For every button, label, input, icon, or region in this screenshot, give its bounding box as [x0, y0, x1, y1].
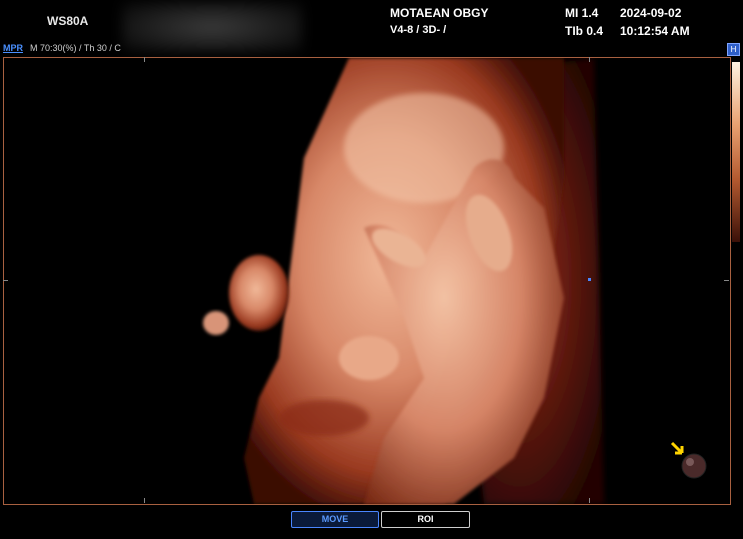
mouth-shadow: [279, 400, 369, 436]
frame-tick: [144, 57, 145, 62]
fetal-render: [203, 58, 707, 504]
render-params: M 70:30(%) / Th 30 / C: [30, 43, 121, 53]
frame-tick: [144, 498, 145, 503]
mechanical-index: MI 1.4: [565, 6, 599, 20]
frame-tick: [589, 498, 590, 503]
frame-tick: [724, 280, 729, 281]
limb-fragment: [229, 255, 289, 331]
probe-preset: V4-8 / 3D- /: [390, 24, 447, 36]
exam-time: 10:12:54 AM: [620, 24, 690, 38]
frame-tick: [589, 57, 590, 62]
center-marker: [588, 278, 591, 281]
exam-date: 2024-09-02: [620, 6, 682, 20]
mpr-mode-link[interactable]: MPR: [3, 43, 23, 53]
frame-tick: [3, 280, 8, 281]
yellow-arrow-icon: [670, 441, 684, 455]
thermal-index: TIb 0.4: [565, 24, 604, 38]
sphere-highlight: [686, 458, 694, 466]
hospital-name: MOTAEAN OBGY: [390, 6, 489, 20]
limb-tip: [203, 311, 229, 335]
h-badge[interactable]: H: [727, 43, 740, 56]
roi-button[interactable]: ROI: [381, 511, 470, 528]
system-model: WS80A: [47, 14, 89, 28]
3d-render-viewport[interactable]: [3, 57, 731, 505]
color-map-bar: [732, 62, 740, 242]
orientation-sphere-icon[interactable]: [681, 453, 707, 479]
nose: [339, 336, 399, 380]
move-button[interactable]: MOVE: [291, 511, 379, 528]
